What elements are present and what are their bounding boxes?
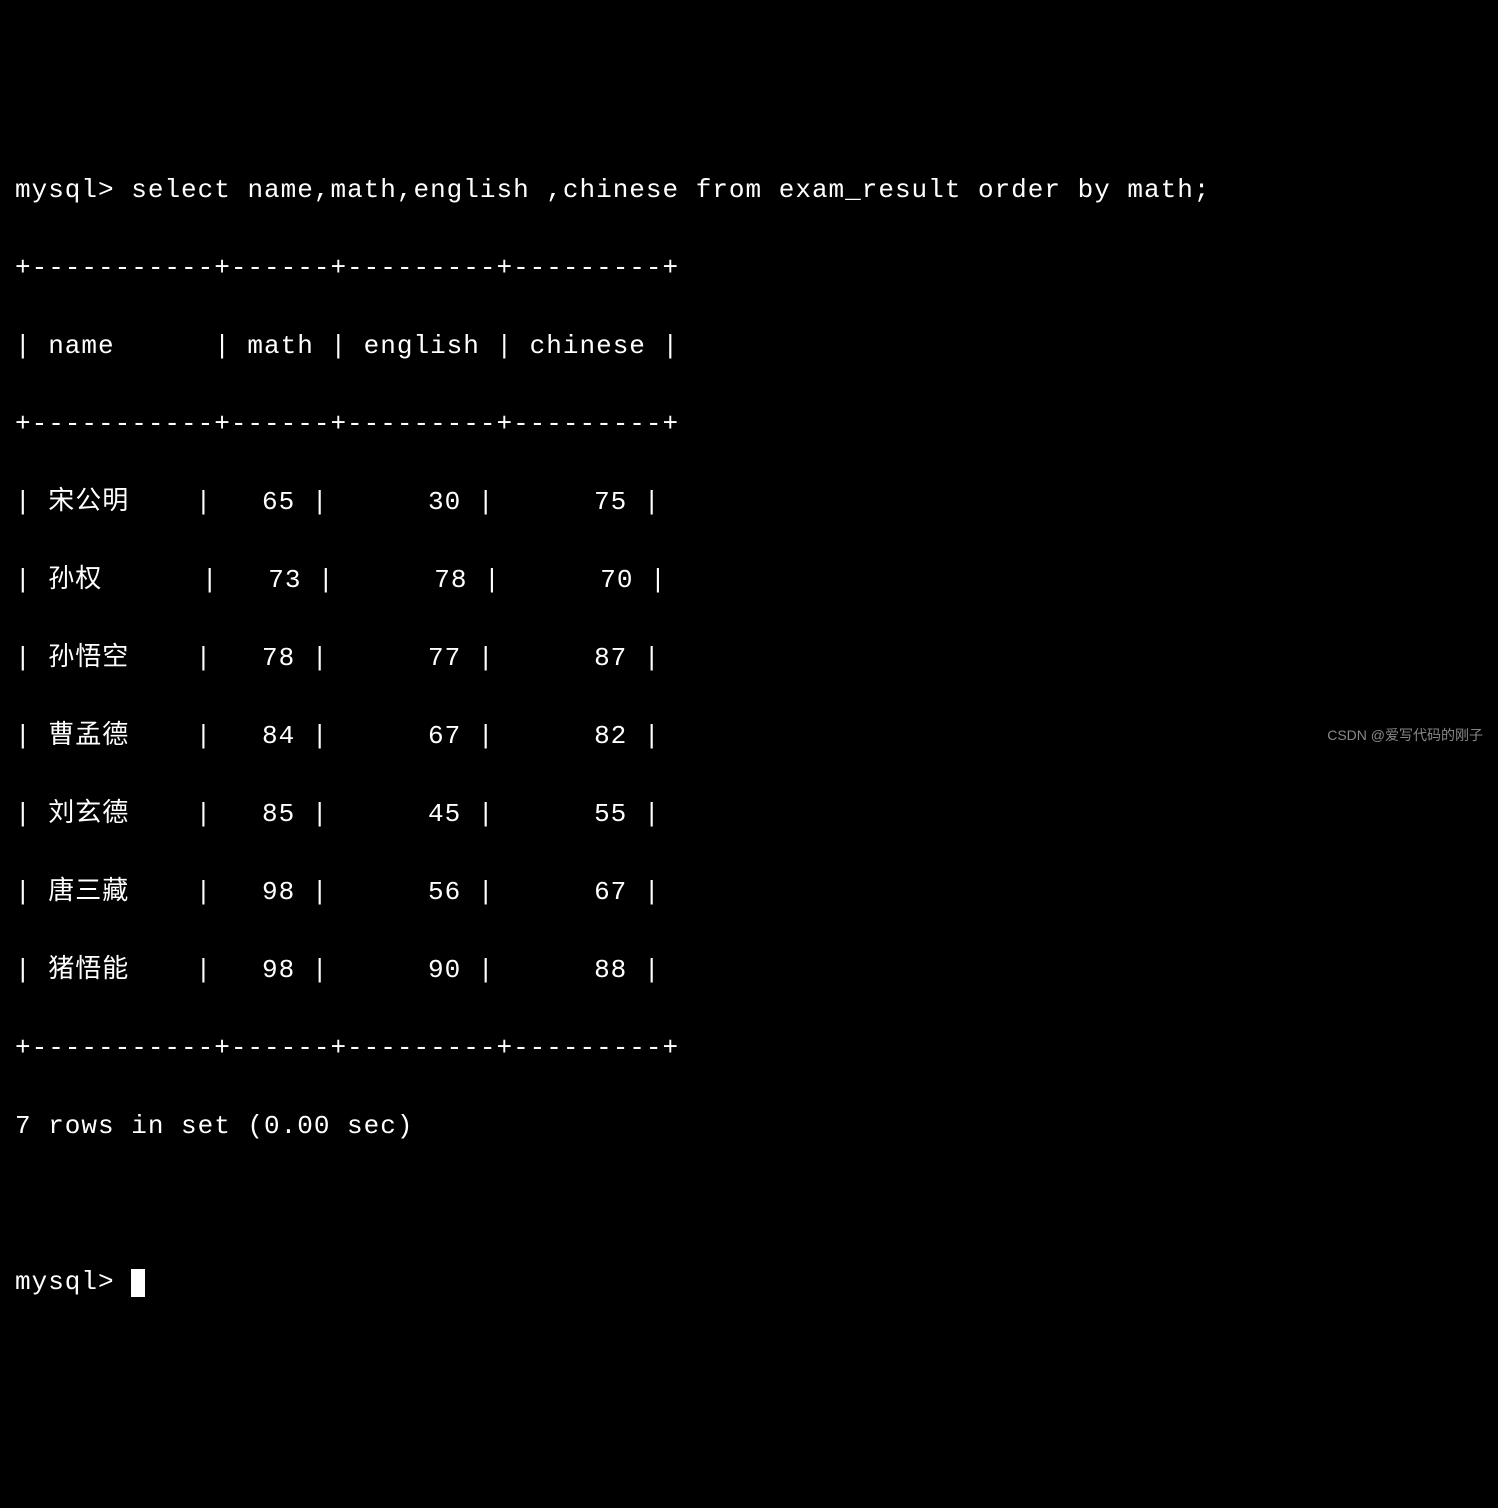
query-line: mysql> select name,math,english ,chinese…	[15, 171, 1483, 210]
sql-query: select name,math,english ,chinese from e…	[131, 175, 1210, 205]
table-header: | name | math | english | chinese |	[15, 327, 1483, 366]
blank-line	[15, 1185, 1483, 1224]
cursor-icon	[131, 1269, 145, 1297]
table-divider-top: +-----------+------+---------+---------+	[15, 249, 1483, 288]
table-row: | 孙悟空 | 78 | 77 | 87 |	[15, 639, 1483, 678]
table-divider-bottom: +-----------+------+---------+---------+	[15, 1029, 1483, 1068]
prompt: mysql>	[15, 1267, 115, 1297]
table-row: | 唐三藏 | 98 | 56 | 67 |	[15, 873, 1483, 912]
watermark: CSDN @爱写代码的刚子	[1327, 725, 1483, 746]
result-summary: 7 rows in set (0.00 sec)	[15, 1107, 1483, 1146]
table-row: | 孙权 | 73 | 78 | 70 |	[15, 561, 1483, 600]
prompt: mysql>	[15, 175, 115, 205]
table-row: | 曹孟德 | 84 | 67 | 82 |	[15, 717, 1483, 756]
table-row: | 猪悟能 | 98 | 90 | 88 |	[15, 951, 1483, 990]
prompt-line[interactable]: mysql>	[15, 1263, 1483, 1302]
table-row: | 宋公明 | 65 | 30 | 75 |	[15, 483, 1483, 522]
table-row: | 刘玄德 | 85 | 45 | 55 |	[15, 795, 1483, 834]
table-divider-mid: +-----------+------+---------+---------+	[15, 405, 1483, 444]
